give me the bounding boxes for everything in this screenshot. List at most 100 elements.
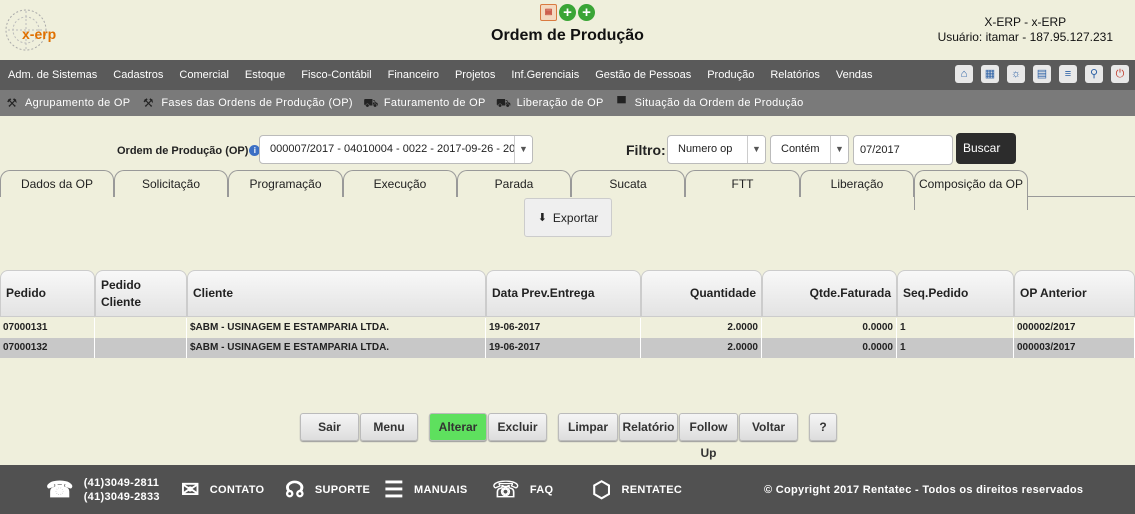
user-name: Usuário: itamar - 187.95.127.231	[937, 30, 1113, 44]
footer-manuais[interactable]: ☰ MANUAIS	[384, 465, 467, 514]
rentatec-label: RENTATEC	[621, 483, 683, 496]
follow-up-button[interactable]: Follow Up	[679, 413, 738, 460]
cell-pedido: 07000132	[0, 338, 95, 358]
cell-seq-pedido: 1	[897, 338, 1014, 358]
filter-field-select[interactable]: Numero op ▼	[667, 135, 766, 164]
action-buttons: Sair Menu Alterar Excluir Limpar Relatór…	[0, 413, 1135, 460]
subnav-label: Faturamento de OP	[383, 97, 486, 109]
delete-button[interactable]: Excluir	[488, 413, 547, 441]
subnav-situacao-op[interactable]: ▀ Situação da Ordem de Produção	[614, 96, 804, 110]
cell-data-prev-entrega: 19-06-2017	[486, 318, 641, 338]
footer: ☎ (41)3049-2811 (41)3049-2833 ✉ CONTATO …	[0, 465, 1135, 514]
subnav-agrupamento-op[interactable]: ⚒ Agrupamento de OP	[4, 96, 130, 110]
menu-comercial[interactable]: Comercial	[179, 69, 229, 81]
menu-inf-gerenciais[interactable]: Inf.Gerenciais	[511, 69, 579, 81]
help-button[interactable]: ?	[809, 413, 837, 441]
bug-icon[interactable]: ☼	[1007, 65, 1025, 83]
table-row[interactable]: 07000131 $ABM - USINAGEM E ESTAMPARIA LT…	[0, 318, 1135, 338]
edit-button[interactable]: Alterar	[429, 413, 487, 441]
tab-ftt[interactable]: FTT	[685, 170, 800, 197]
footer-faq[interactable]: ☏ FAQ	[492, 465, 553, 514]
cell-pedido: 07000131	[0, 318, 95, 338]
subnav-faturamento-op[interactable]: ⛟ Faturamento de OP	[363, 96, 486, 110]
subnav-label: Liberação de OP	[516, 97, 604, 109]
table-row[interactable]: 07000132 $ABM - USINAGEM E ESTAMPARIA LT…	[0, 338, 1135, 358]
export-label: Exportar	[552, 210, 599, 225]
tab-composicao-op[interactable]: Composição da OP	[914, 170, 1028, 210]
back-button[interactable]: Voltar	[739, 413, 798, 441]
column-header-data-prev-entrega[interactable]: Data Prev.Entrega	[486, 270, 641, 317]
report-button[interactable]: Relatório	[619, 413, 678, 441]
op-select[interactable]: 000007/2017 - 04010004 - 0022 - 2017-09-…	[259, 135, 533, 164]
add-icon[interactable]: +	[559, 4, 576, 21]
rentatec-logo-icon: ⬡	[592, 476, 612, 502]
column-header-seq-pedido[interactable]: Seq.Pedido	[897, 270, 1014, 317]
footer-suporte[interactable]: ☊ SUPORTE	[285, 465, 370, 514]
filter-operator-select[interactable]: Contém ▼	[770, 135, 849, 164]
list-icon[interactable]: ≡	[1059, 65, 1077, 83]
chevron-down-icon[interactable]: ▼	[514, 136, 532, 163]
menu-estoque[interactable]: Estoque	[245, 69, 285, 81]
menu-vendas[interactable]: Vendas	[836, 69, 873, 81]
tab-execucao[interactable]: Execução	[343, 170, 457, 197]
truck-icon: ⛟	[363, 96, 379, 110]
tab-sucata[interactable]: Sucata	[571, 170, 685, 197]
search-input[interactable]: 07/2017	[853, 135, 953, 165]
contato-label: CONTATO	[209, 483, 265, 496]
production-subnav: ⚒ Agrupamento de OP ⚒ Fases das Ordens de …	[0, 90, 1135, 116]
footer-contato[interactable]: ✉ CONTATO	[181, 465, 264, 514]
menu-projetos[interactable]: Projetos	[455, 69, 495, 81]
subnav-fases-op[interactable]: ⚒ Fases das Ordens de Produção (OP)	[140, 96, 353, 110]
add-new-icon[interactable]: +	[578, 4, 595, 21]
cell-cliente: $ABM - USINAGEM E ESTAMPARIA LTDA.	[187, 338, 486, 358]
tab-programacao[interactable]: Programação	[228, 170, 343, 197]
column-header-pedido[interactable]: Pedido	[0, 270, 95, 317]
column-header-quantidade[interactable]: Quantidade	[641, 270, 762, 317]
export-button[interactable]: ⬇ Exportar	[524, 198, 612, 237]
cell-pedido-cliente	[95, 338, 187, 358]
tab-liberacao[interactable]: Liberação	[800, 170, 914, 197]
composition-table: Pedido Pedido Cliente Cliente Data Prev.…	[0, 270, 1135, 358]
footer-copyright: © Copyright 2017 Rentatec - Todos os dir…	[764, 483, 1084, 496]
menu-financeiro[interactable]: Financeiro	[388, 69, 439, 81]
menu-producao[interactable]: Produção	[707, 69, 754, 81]
chevron-down-icon[interactable]: ▼	[747, 136, 765, 163]
phone-2: (41)3049-2833	[83, 490, 160, 503]
cell-op-anterior: 000002/2017	[1014, 318, 1135, 338]
cell-op-anterior: 000003/2017	[1014, 338, 1135, 358]
column-header-pedido-cliente[interactable]: Pedido Cliente	[95, 270, 187, 317]
suporte-label: SUPORTE	[314, 483, 371, 496]
menu-button[interactable]: Menu	[360, 413, 418, 441]
footer-rentatec[interactable]: ⬡ RENTATEC	[592, 465, 682, 514]
tab-dados-op[interactable]: Dados da OP	[0, 170, 114, 197]
menu-gestao-pessoas[interactable]: Gestão de Pessoas	[595, 69, 691, 81]
workers-icon: ⚒	[142, 96, 154, 110]
column-header-op-anterior[interactable]: OP Anterior	[1014, 270, 1135, 317]
save-icon[interactable]: ▦	[981, 65, 999, 83]
power-icon[interactable]: ⏻	[1111, 65, 1129, 83]
menu-adm-sistemas[interactable]: Adm. de Sistemas	[8, 69, 97, 81]
menu-cadastros[interactable]: Cadastros	[113, 69, 163, 81]
home-icon[interactable]: ⌂	[955, 65, 973, 83]
column-header-cliente[interactable]: Cliente	[187, 270, 486, 317]
status-icon: ▀	[617, 96, 627, 110]
main-menu: Adm. de Sistemas Cadastros Comercial Est…	[0, 60, 1135, 90]
books-icon: ☰	[384, 476, 405, 502]
search-icon[interactable]: ⚲	[1085, 65, 1103, 83]
search-button[interactable]: Buscar	[956, 133, 1016, 164]
menu-fisco-contabil[interactable]: Fisco-Contábil	[301, 69, 371, 81]
presentation-icon[interactable]: ▤	[540, 4, 557, 21]
document-icon[interactable]: ▤	[1033, 65, 1051, 83]
clear-button[interactable]: Limpar	[558, 413, 618, 441]
cell-pedido-cliente	[95, 318, 187, 338]
subnav-liberacao-op[interactable]: ⛟ Liberação de OP	[496, 96, 604, 110]
subnav-label: Situação da Ordem de Produção	[634, 97, 804, 109]
exit-button[interactable]: Sair	[300, 413, 359, 441]
tab-solicitacao[interactable]: Solicitação	[114, 170, 228, 197]
chevron-down-icon[interactable]: ▼	[830, 136, 848, 163]
download-icon: ⬇	[537, 212, 547, 224]
tab-parada[interactable]: Parada	[457, 170, 571, 197]
menu-relatorios[interactable]: Relatórios	[770, 69, 820, 81]
cell-cliente: $ABM - USINAGEM E ESTAMPARIA LTDA.	[187, 318, 486, 338]
column-header-qtde-faturada[interactable]: Qtde.Faturada	[762, 270, 897, 317]
